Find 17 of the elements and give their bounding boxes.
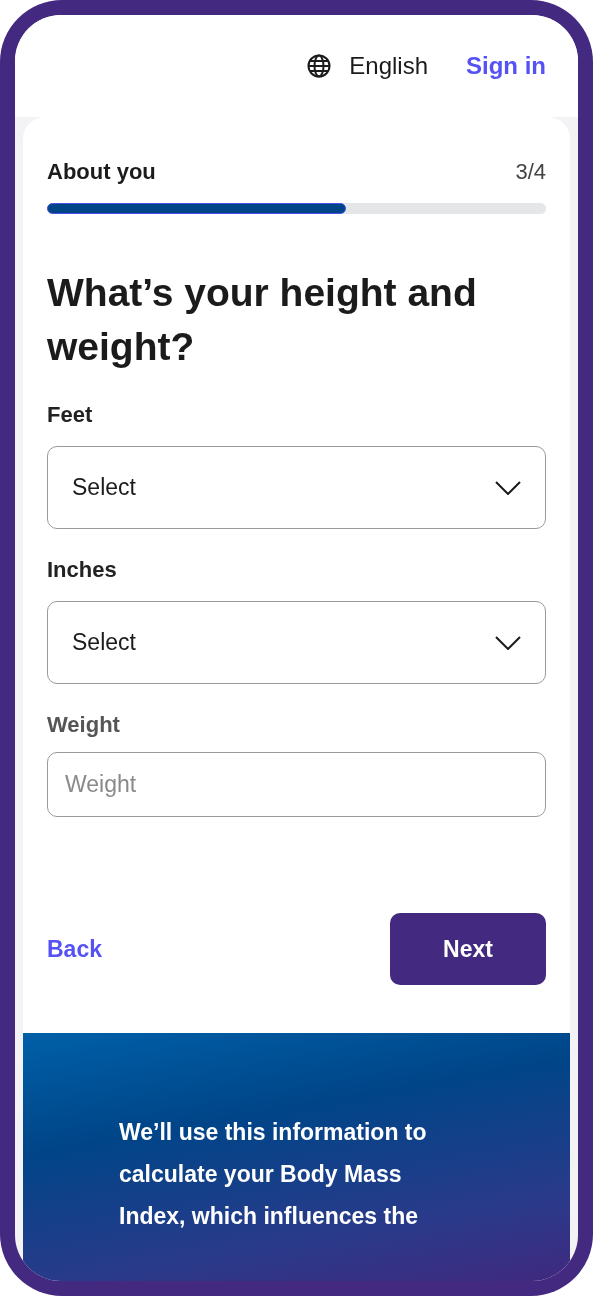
question-heading: What’s your height and weight? <box>47 270 478 370</box>
sign-in-link[interactable]: Sign in <box>466 52 546 80</box>
field-label: Inches <box>47 557 118 583</box>
field-label: Feet <box>47 402 94 428</box>
next-button[interactable]: Next <box>390 913 546 985</box>
select-dropdown[interactable]: Select <box>47 446 546 529</box>
language-selector[interactable]: English <box>349 52 428 80</box>
step-counter: 3/4 <box>515 159 546 185</box>
field-label: Weight <box>47 712 121 738</box>
input-field[interactable]: Weight <box>47 752 546 817</box>
back-link[interactable]: Back <box>47 935 102 963</box>
chevron-down-icon <box>495 635 521 650</box>
chevron-down-icon <box>495 480 521 495</box>
select-dropdown[interactable]: Select <box>47 601 546 684</box>
globe-icon[interactable] <box>307 54 332 78</box>
info-text: We’ll use this information to calculate your Body Mass Index, which influences the <box>119 1118 428 1231</box>
section-title: About you <box>47 159 156 185</box>
